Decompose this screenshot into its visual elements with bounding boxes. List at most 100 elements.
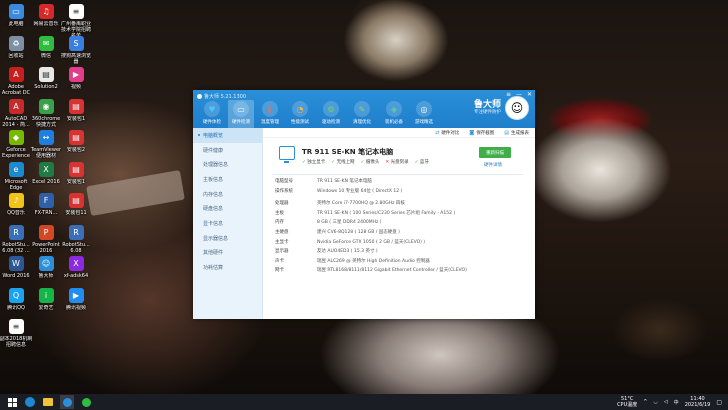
spec-value: TR 911 SE-KN ( 100 Series/C230 Series 芯片… [317,210,456,216]
app-icon: P [38,224,54,240]
app-logo-icon [197,94,202,99]
toolbar-gamepad[interactable]: ◎ 游戏精选 [411,100,437,128]
sidebar-item[interactable]: 其他硬件 [193,246,262,261]
action-compare[interactable]: ⇄ 硬件对比 [435,130,459,136]
mascot-icon[interactable]: ☺ [505,96,529,120]
app-icon: ▶ [68,67,84,82]
start-button[interactable] [6,396,18,408]
app-icon: ▤ [68,161,84,177]
compare-icon: ⇄ [435,129,440,136]
sidebar-item[interactable]: 硬件健康 [193,143,262,158]
ime-icon[interactable]: 中 [674,399,679,406]
taskbar-ludashi-icon[interactable] [60,395,74,409]
spec-value: 英特尔 Core i7-7700HQ @ 2.80GHz 四核 [317,201,405,207]
desktop-icon-label: PowerPoint 2016 [32,241,60,254]
check-icon: ✓ [360,159,365,165]
hardware-detail-link[interactable]: 硬件详情 [484,162,502,168]
app-icon: R [68,224,84,240]
spec-key: 电脑型号 [275,179,293,184]
app-icon: ♪ [8,193,24,208]
sidebar-item-label: 内存信息 [203,191,224,198]
sidebar-item[interactable]: 显示器信息 [193,231,262,246]
app-icon: ▶ [68,287,84,303]
sidebar-item-label: 硬件健康 [203,147,224,154]
sidebar-item[interactable]: 主板信息 [193,172,262,187]
spec-value: 建兴 CV6-8Q128 ( 128 GB / 固态硬盘 ) [317,230,400,235]
spec-value: Windows 10 专业版 64位 ( DirectX 12 ) [317,188,403,194]
action-label: 生成报表 [511,130,529,136]
toolbar-box[interactable]: ◈ 装机必备 [381,100,407,128]
sidebar-item[interactable]: 处理器信息 [193,157,262,172]
volume-icon[interactable]: ◁ [664,399,668,405]
spec-key: 声卡 [275,258,284,264]
window-header: 鲁大师 5.21.1300 ≡ — ✕ ♥ 硬件体检 ▭ 硬件检测 🌡 温度管理 ◔ 性能测试… [193,90,535,128]
desktop-icon[interactable]: ≡ 副本2018机制招聘信息 [0,319,32,359]
rescan-button[interactable]: 重新扫描 [479,147,511,158]
app-icon: F [38,193,54,208]
sidebar-item-label: 显示器信息 [203,235,229,242]
laptop-icon [279,146,295,163]
taskbar-edge-icon[interactable] [24,396,36,408]
cpu-temperature[interactable]: 51°C CPU温度 [617,396,637,408]
toolbar-label: 温度管理 [261,120,279,125]
toolbar-label: 硬件体检 [203,120,221,125]
sidebar-item[interactable]: 内存信息 [193,187,262,202]
spec-row: 声卡 瑞昱 ALC269 @ 英特尔 High Definition Audio … [275,258,430,264]
check-icon: ✓ [414,159,419,165]
spec-row: 主显卡 Nvidia GeForce GTX 1050 ( 2 GB / 蓝天(C… [275,239,425,245]
action-bar: ⇄ 硬件对比 ◙ 保存截图 ▤ 生成报表 [263,128,535,138]
feature-badge-label: 光盘刻录 [390,160,409,165]
action-report[interactable]: ▤ 生成报表 [504,130,529,136]
app-icon: ▤ [68,98,84,114]
spec-row: 主硬盘 建兴 CV6-8Q128 ( 128 GB / 固态硬盘 ) [275,229,400,235]
toolbar-thermometer[interactable]: 🌡 温度管理 [257,100,283,128]
spec-row: 网卡 瑞昱 RTL8168/8111/8112 Gigabit Ethernet … [275,267,467,273]
ludashi-window: 鲁大师 5.21.1300 ≡ — ✕ ♥ 硬件体检 ▭ 硬件检测 🌡 温度管理 ◔ 性能测试… [193,90,535,319]
driver-icon: ⚙ [323,101,339,117]
sidebar-item-label: 处理器信息 [203,162,229,169]
toolbar-computer[interactable]: ▭ 硬件检测 [228,100,254,128]
sidebar-item[interactable]: 硬盘信息 [193,201,262,216]
taskbar-wechat-icon[interactable] [80,396,92,408]
window-title: 鲁大师 5.21.1300 [197,93,246,100]
action-camera[interactable]: ◙ 保存截图 [469,130,494,136]
spec-key: 主显卡 [275,239,289,245]
app-icon: ≡ [8,319,24,334]
divider [273,174,523,175]
spec-value: 瑞昱 ALC269 @ 英特尔 High Definition Audio 控制… [317,258,430,264]
camera-icon: ◙ [469,129,475,136]
report-icon: ▤ [504,129,509,136]
sidebar-item[interactable]: 功耗估算 [193,260,262,275]
desktop-icon-label: 360chrome 快捷方式 [31,115,61,128]
notification-icon[interactable]: ▢ [716,399,722,406]
computer-icon: ▭ [233,101,249,117]
desktop-icon-label: xf-adsk64 [63,273,89,279]
spec-key: 主板 [275,210,284,216]
feature-badge: ✓ 蓝牙 [414,159,429,166]
desktop-icon[interactable]: ▶ 腾讯视频 [61,287,91,328]
taskbar-explorer-icon[interactable] [42,396,54,408]
sidebar-item[interactable]: 显卡信息 [193,216,262,231]
desktop-icon-label: 网易云音乐 [33,21,59,27]
desktop-icon-label: 腾讯视频 [65,304,86,311]
app-icon: ▤ [38,67,54,82]
chevron-up-icon[interactable]: ^ [643,399,647,405]
spec-row: 内存 8 GB ( 三星 DDR4 2400MHz ) [275,219,382,225]
desktop-icon-label: 微信 [40,52,51,59]
broom-icon: ✎ [354,101,370,117]
network-icon[interactable]: ◡ [653,399,657,405]
spec-key: 主硬盘 [275,230,289,235]
check-icon: ✓ [302,159,306,165]
toolbar-speedometer[interactable]: ◔ 性能测试 [287,100,313,128]
sidebar-item[interactable]: 电脑概览 [193,128,262,143]
spec-row: 电脑型号 TR 911 SE-KN 笔记本电脑 [275,178,372,184]
toolbar-broom[interactable]: ✎ 清理优化 [349,100,375,128]
action-label: 硬件对比 [441,130,460,136]
brand-subtitle: 专注硬件防护 [473,110,501,115]
toolbar-heart-monitor[interactable]: ♥ 硬件体检 [199,100,225,128]
spec-key: 网卡 [275,268,284,274]
toolbar-driver[interactable]: ⚙ 驱动检测 [318,100,344,128]
clock[interactable]: 11:40 2021/6/19 [685,396,711,408]
desktop-icon[interactable]: i 爱奇艺 [31,287,61,328]
sidebar-item-label: 主板信息 [203,176,224,183]
